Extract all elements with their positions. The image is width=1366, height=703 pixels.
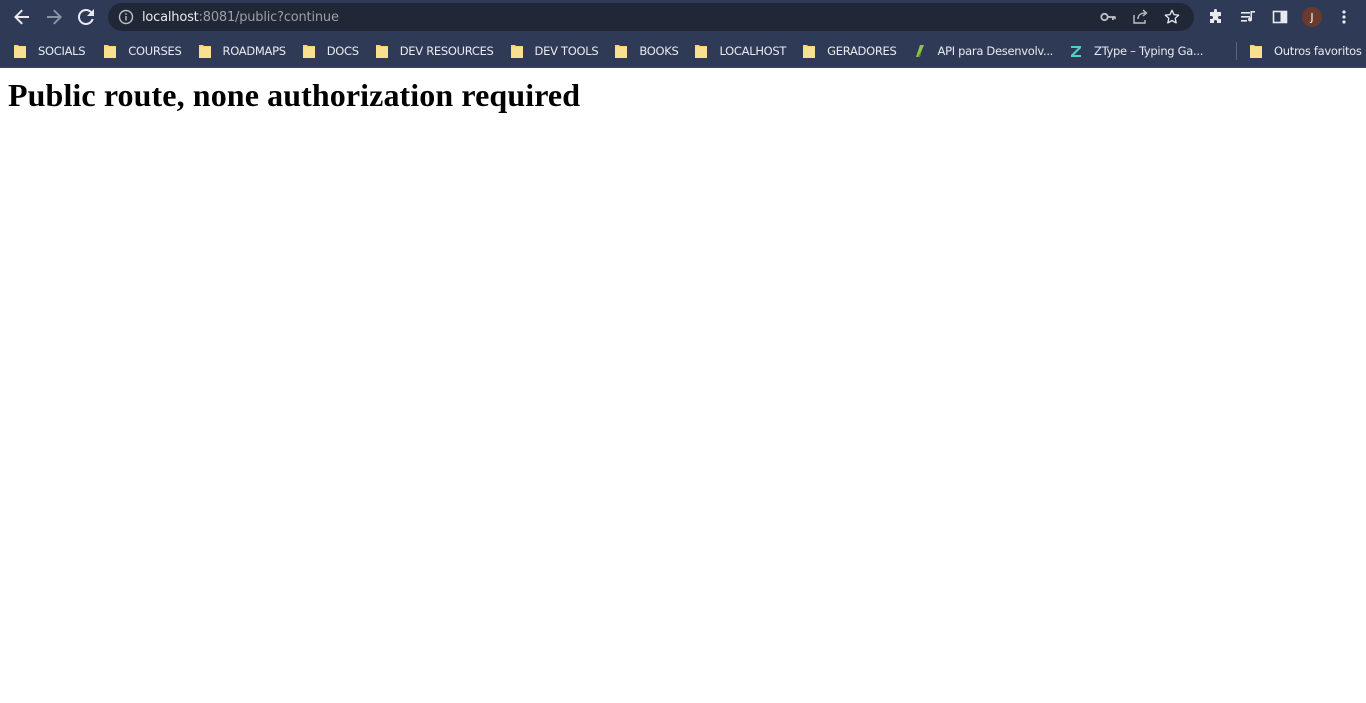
arrow-right-icon (47, 9, 62, 25)
profile-button[interactable]: J (1296, 0, 1328, 34)
bookmark-label: DOCS (326, 43, 359, 58)
folder-icon (803, 44, 816, 58)
folder-icon (615, 44, 628, 58)
bookmark-folder-courses[interactable]: COURSES (96, 38, 189, 64)
folder-icon (302, 44, 315, 58)
folder-icon (375, 44, 388, 58)
folder-icon (1250, 45, 1262, 58)
puzzle-icon (1210, 9, 1221, 23)
page-title: Public route, none authorization require… (8, 77, 581, 113)
url-host: localhost (142, 9, 199, 25)
url-text: localhost:8081/public?continue (142, 10, 339, 25)
omnibox-actions (1092, 3, 1188, 31)
bookmark-label: LOCALHOST (719, 43, 787, 58)
bookmark-ztype[interactable]: ZType – Typing Ga... (1062, 38, 1211, 64)
bookmark-folder-dev-resources[interactable]: DEV RESOURCES (368, 38, 502, 64)
arrow-left-icon (14, 9, 29, 25)
bookmark-label: API para Desenvolv... (937, 43, 1054, 58)
browser-toolbar: localhost:8081/public?continue J (0, 0, 1366, 34)
bookmarks-bar: SOCIALS COURSES ROADMAPS DOCS DEV RESOUR… (0, 34, 1366, 68)
bookmark-star-button[interactable] (1156, 3, 1188, 31)
other-bookmarks-folder[interactable]: Outros favoritos (1242, 38, 1366, 64)
bookmark-folder-roadmaps[interactable]: ROADMAPS (191, 38, 294, 64)
bookmark-folder-localhost[interactable]: LOCALHOST (687, 38, 794, 64)
bookmarks-separator (1236, 42, 1237, 60)
key-icon (1100, 12, 1116, 22)
back-button[interactable] (6, 1, 38, 33)
bookmark-api-para-desenvolvedores[interactable]: API para Desenvolv... (906, 38, 1062, 64)
avatar: J (1302, 7, 1322, 27)
star-icon (1164, 9, 1180, 24)
bookmark-folder-books[interactable]: BOOKS (607, 38, 686, 64)
share-button[interactable] (1124, 3, 1156, 31)
folder-icon (695, 44, 708, 58)
bookmark-folder-socials[interactable]: SOCIALS (6, 38, 93, 64)
bookmark-label: GERADORES (827, 43, 897, 58)
share-icon (1133, 9, 1148, 24)
bookmark-label: ZType – Typing Ga... (1094, 43, 1204, 58)
bookmark-folder-geradores[interactable]: GERADORES (795, 38, 904, 64)
site-info-icon[interactable] (118, 9, 134, 25)
browser-actions: J (1200, 0, 1360, 34)
bookmark-label: BOOKS (639, 43, 679, 58)
bookmark-label: DEV TOOLS (534, 43, 599, 58)
bookmark-label: COURSES (128, 43, 182, 58)
extensions-button[interactable] (1200, 0, 1232, 34)
bookmark-label: ROADMAPS (222, 43, 286, 58)
forward-button[interactable] (38, 1, 70, 33)
side-panel-button[interactable] (1264, 0, 1296, 34)
bookmark-folder-dev-tools[interactable]: DEV TOOLS (503, 38, 607, 64)
bookmark-label: Outros favoritos (1274, 44, 1362, 58)
bookmark-folder-docs[interactable]: DOCS (295, 38, 367, 64)
folder-icon (510, 44, 523, 58)
page-content: Public route, none authorization require… (0, 77, 1366, 114)
ztype-icon (1071, 45, 1082, 57)
kebab-menu-icon (1342, 10, 1346, 24)
bookmark-label: SOCIALS (38, 43, 86, 58)
menu-button[interactable] (1328, 0, 1360, 34)
folder-icon (104, 44, 117, 58)
side-panel-icon (1272, 10, 1288, 24)
playlist-icon (1241, 11, 1255, 22)
bookmark-label: DEV RESOURCES (399, 43, 494, 58)
reload-button[interactable] (70, 1, 102, 33)
folder-icon (14, 44, 26, 58)
address-bar[interactable]: localhost:8081/public?continue (108, 3, 1194, 31)
media-control-button[interactable] (1232, 0, 1264, 34)
url-path: :8081/public?continue (198, 9, 339, 25)
api-site-icon (915, 44, 924, 57)
reload-icon (78, 9, 94, 25)
folder-icon (198, 44, 211, 58)
password-key-button[interactable] (1092, 3, 1124, 31)
